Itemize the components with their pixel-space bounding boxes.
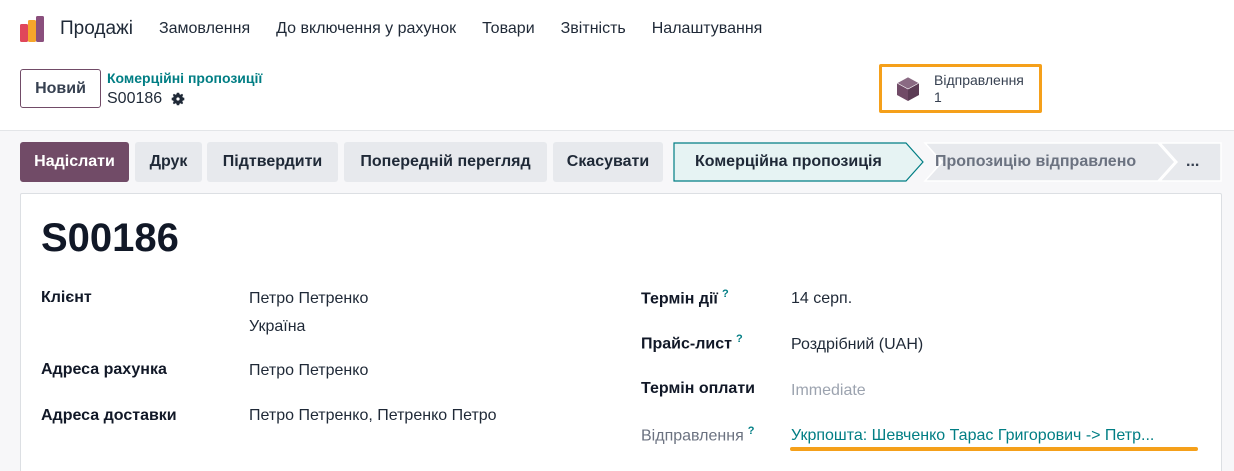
validity-field[interactable]: 14 серп.: [791, 290, 852, 308]
menu-to-invoice[interactable]: До включення у рахунок: [276, 20, 456, 38]
send-button[interactable]: Надіслати: [20, 142, 129, 182]
confirm-button[interactable]: Підтвердити: [207, 142, 338, 182]
sales-app-icon[interactable]: [18, 14, 48, 44]
pricelist-label: Прайс-лист?: [641, 333, 743, 353]
shipping-label-text: Відправлення: [641, 427, 744, 445]
gear-icon[interactable]: [170, 91, 186, 107]
client-label: Клієнт: [41, 289, 92, 306]
payment-terms-field[interactable]: Immediate: [791, 382, 866, 400]
smart-button-text: Відправлення 1: [934, 72, 1024, 106]
invoice-address-field[interactable]: Петро Петренко: [249, 362, 368, 380]
smart-button-count: 1: [934, 88, 942, 105]
delivery-address-field[interactable]: Петро Петренко, Петренко Петро: [249, 407, 497, 425]
breadcrumb-quotations[interactable]: Комерційні пропозиції: [107, 70, 262, 86]
pricelist-help-icon[interactable]: ?: [736, 333, 743, 345]
stage-quotation-sent[interactable]: Пропозицію відправлено: [935, 142, 1136, 182]
shipping-help-icon[interactable]: ?: [748, 425, 755, 437]
control-panel: Новий Комерційні пропозиції S00186 Відпр…: [0, 58, 1234, 131]
client-country: Україна: [249, 318, 306, 335]
menu-configuration[interactable]: Налаштування: [652, 20, 763, 38]
status-bar: Надіслати Друк Підтвердити Попередній пе…: [0, 131, 1234, 193]
client-name[interactable]: Петро Петренко: [249, 290, 368, 308]
shipments-smart-button[interactable]: Відправлення 1: [879, 64, 1042, 113]
stage-pipeline: Комерційна пропозиція Пропозицію відправ…: [673, 142, 1222, 182]
order-title: S00186: [41, 216, 179, 260]
preview-button[interactable]: Попередній перегляд: [344, 142, 547, 182]
validity-label-text: Термін дії: [641, 290, 718, 308]
validity-label: Термін дії?: [641, 288, 729, 308]
form-sheet: S00186 Клієнт Петро Петренко Україна Адр…: [20, 193, 1222, 471]
shipping-link[interactable]: Укрпошта: Шевченко Тарас Григорович -> П…: [791, 427, 1154, 445]
menu-reporting[interactable]: Звітність: [561, 20, 626, 38]
delivery-address-label: Адреса доставки: [41, 407, 177, 424]
stage-quotation[interactable]: Комерційна пропозиція: [695, 142, 882, 182]
box-icon: [896, 76, 920, 101]
stage-more[interactable]: ...: [1186, 142, 1199, 182]
print-button[interactable]: Друк: [135, 142, 202, 182]
shipping-highlight-underline: [790, 447, 1198, 451]
record-name: S00186: [107, 90, 186, 108]
validity-help-icon[interactable]: ?: [722, 288, 729, 300]
menu-orders[interactable]: Замовлення: [159, 20, 250, 38]
payment-terms-label: Термін оплати: [641, 380, 755, 397]
menu-products[interactable]: Товари: [482, 20, 534, 38]
pricelist-label-text: Прайс-лист: [641, 335, 732, 353]
app-name[interactable]: Продажі: [60, 18, 133, 40]
pricelist-field[interactable]: Роздрібний (UAH): [791, 336, 923, 354]
invoice-address-label: Адреса рахунка: [41, 361, 167, 378]
top-navbar: Продажі Замовлення До включення у рахуно…: [0, 0, 1234, 58]
new-button[interactable]: Новий: [20, 69, 101, 108]
shipping-label: Відправлення?: [641, 425, 754, 445]
cancel-button[interactable]: Скасувати: [553, 142, 663, 182]
record-name-text: S00186: [107, 90, 163, 107]
smart-button-label: Відправлення: [934, 71, 1024, 88]
